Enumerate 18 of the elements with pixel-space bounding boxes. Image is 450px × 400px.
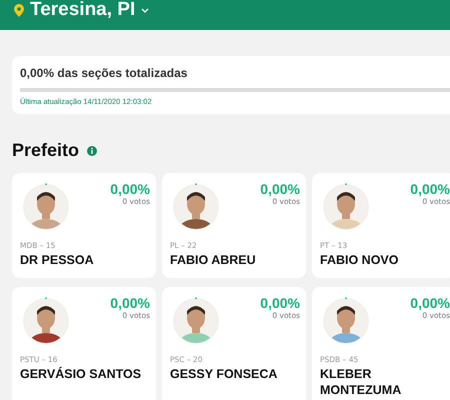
progress-label: 0,00% das seções totalizadas: [20, 66, 188, 80]
vote-percentage: 0,00%: [410, 181, 450, 197]
info-icon[interactable]: [87, 146, 98, 156]
vote-percentage: 0,00%: [110, 295, 150, 311]
vote-percentage: 0,00%: [410, 295, 450, 311]
candidate-name: FABIO ABREU: [170, 252, 257, 268]
chevron-down-icon[interactable]: [141, 8, 150, 13]
city-title[interactable]: Teresina, PI: [30, 0, 136, 20]
candidate-name: GESSY FONSECA: [170, 366, 278, 382]
vote-percentage: 0,00%: [260, 181, 300, 197]
candidate-name: KLEBER MONTEZUMA: [320, 366, 402, 398]
candidate-name: FABIO NOVO: [320, 252, 400, 268]
vote-percentage: 0,00%: [110, 181, 150, 197]
vote-percentage: 0,00%: [260, 295, 300, 311]
candidate-name: DR PESSOA: [20, 252, 95, 268]
section-title: Prefeito: [12, 140, 80, 161]
location-pin-icon: [14, 4, 24, 17]
candidate-name: GERVÁSIO SANTOS: [20, 366, 142, 382]
